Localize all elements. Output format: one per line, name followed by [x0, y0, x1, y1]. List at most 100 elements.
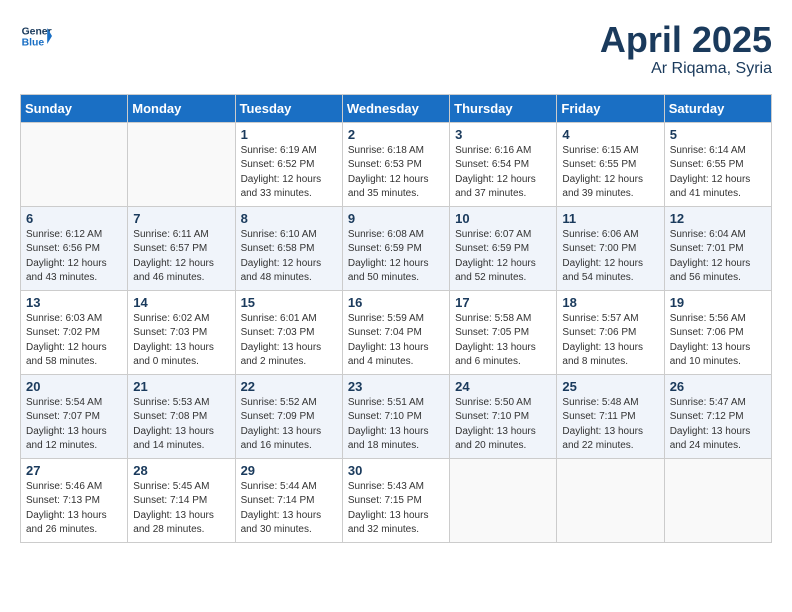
month-title: April 2025	[600, 20, 772, 60]
page-header: General Blue April 2025 Ar Riqama, Syria	[20, 20, 772, 78]
day-info: Sunrise: 6:19 AMSunset: 6:52 PMDaylight:…	[241, 144, 337, 202]
calendar-cell: 5Sunrise: 6:14 AMSunset: 6:55 PMDaylight…	[664, 122, 771, 206]
col-header-tuesday: Tuesday	[235, 94, 342, 122]
col-header-friday: Friday	[557, 94, 664, 122]
logo-icon: General Blue	[20, 20, 52, 52]
calendar-cell: 7 Sunrise: 6:11 AMSunset: 6:57 PMDaylight…	[128, 206, 235, 290]
day-info: Sunrise: 6:08 AMSunset: 6:59 PMDaylight:…	[348, 228, 444, 286]
day-info: Sunrise: 6:10 AMSunset: 6:58 PMDaylight:…	[241, 228, 337, 286]
calendar-cell: 15 Sunrise: 6:01 AMSunset: 7:03 PMDayligh…	[235, 290, 342, 374]
day-number: 25	[562, 379, 658, 394]
day-number: 1	[241, 127, 337, 142]
calendar-cell: 10Sunrise: 6:07 AMSunset: 6:59 PMDayligh…	[450, 206, 557, 290]
day-info: Sunrise: 6:18 AMSunset: 6:53 PMDaylight:…	[348, 144, 444, 202]
day-number: 26	[670, 379, 766, 394]
calendar-cell: 19Sunrise: 5:56 AMSunset: 7:06 PMDayligh…	[664, 290, 771, 374]
day-number: 30	[348, 463, 444, 478]
day-info: Sunrise: 5:45 AMSunset: 7:14 PMDaylight:…	[133, 480, 229, 538]
calendar-cell: 25 Sunrise: 5:48 AMSunset: 7:11 PMDayligh…	[557, 374, 664, 458]
day-number: 13	[26, 295, 122, 310]
calendar-cell: 13 Sunrise: 6:03 AMSunset: 7:02 PMDayligh…	[21, 290, 128, 374]
day-number: 2	[348, 127, 444, 142]
calendar-table: SundayMondayTuesdayWednesdayThursdayFrid…	[20, 94, 772, 543]
calendar-cell: 26 Sunrise: 5:47 AMSunset: 7:12 PMDayligh…	[664, 374, 771, 458]
day-info: Sunrise: 5:57 AMSunset: 7:06 PMDaylight:…	[562, 312, 658, 370]
calendar-cell: 20 Sunrise: 5:54 AMSunset: 7:07 PMDayligh…	[21, 374, 128, 458]
day-info: Sunrise: 5:59 AMSunset: 7:04 PMDaylight:…	[348, 312, 444, 370]
day-number: 7	[133, 211, 229, 226]
calendar-cell: 24Sunrise: 5:50 AMSunset: 7:10 PMDayligh…	[450, 374, 557, 458]
week-row-5: 27 Sunrise: 5:46 AMSunset: 7:13 PMDayligh…	[21, 458, 772, 542]
calendar-cell: 9 Sunrise: 6:08 AMSunset: 6:59 PMDaylight…	[342, 206, 449, 290]
day-number: 24	[455, 379, 551, 394]
calendar-cell: 14 Sunrise: 6:02 AMSunset: 7:03 PMDayligh…	[128, 290, 235, 374]
day-number: 16	[348, 295, 444, 310]
day-number: 3	[455, 127, 551, 142]
day-info: Sunrise: 6:12 AMSunset: 6:56 PMDaylight:…	[26, 228, 122, 286]
week-row-2: 6 Sunrise: 6:12 AMSunset: 6:56 PMDaylight…	[21, 206, 772, 290]
day-info: Sunrise: 6:06 AMSunset: 7:00 PMDaylight:…	[562, 228, 658, 286]
calendar-cell: 8 Sunrise: 6:10 AMSunset: 6:58 PMDaylight…	[235, 206, 342, 290]
calendar-cell	[128, 122, 235, 206]
day-info: Sunrise: 5:47 AMSunset: 7:12 PMDaylight:…	[670, 396, 766, 454]
calendar-cell	[450, 458, 557, 542]
day-info: Sunrise: 5:51 AMSunset: 7:10 PMDaylight:…	[348, 396, 444, 454]
day-info: Sunrise: 6:15 AMSunset: 6:55 PMDaylight:…	[562, 144, 658, 202]
calendar-cell: 16 Sunrise: 5:59 AMSunset: 7:04 PMDayligh…	[342, 290, 449, 374]
calendar-cell: 12Sunrise: 6:04 AMSunset: 7:01 PMDayligh…	[664, 206, 771, 290]
col-header-wednesday: Wednesday	[342, 94, 449, 122]
day-number: 15	[241, 295, 337, 310]
calendar-cell: 4 Sunrise: 6:15 AMSunset: 6:55 PMDaylight…	[557, 122, 664, 206]
day-number: 9	[348, 211, 444, 226]
day-number: 14	[133, 295, 229, 310]
calendar-cell: 22 Sunrise: 5:52 AMSunset: 7:09 PMDayligh…	[235, 374, 342, 458]
calendar-cell: 27 Sunrise: 5:46 AMSunset: 7:13 PMDayligh…	[21, 458, 128, 542]
day-info: Sunrise: 6:14 AMSunset: 6:55 PMDaylight:…	[670, 144, 766, 202]
title-block: April 2025 Ar Riqama, Syria	[600, 20, 772, 78]
calendar-cell: 23Sunrise: 5:51 AMSunset: 7:10 PMDayligh…	[342, 374, 449, 458]
day-info: Sunrise: 5:52 AMSunset: 7:09 PMDaylight:…	[241, 396, 337, 454]
day-number: 22	[241, 379, 337, 394]
calendar-cell: 2 Sunrise: 6:18 AMSunset: 6:53 PMDaylight…	[342, 122, 449, 206]
day-number: 6	[26, 211, 122, 226]
col-header-sunday: Sunday	[21, 94, 128, 122]
day-info: Sunrise: 6:02 AMSunset: 7:03 PMDaylight:…	[133, 312, 229, 370]
calendar-cell: 28 Sunrise: 5:45 AMSunset: 7:14 PMDayligh…	[128, 458, 235, 542]
day-info: Sunrise: 5:58 AMSunset: 7:05 PMDaylight:…	[455, 312, 551, 370]
day-info: Sunrise: 5:43 AMSunset: 7:15 PMDaylight:…	[348, 480, 444, 538]
day-number: 20	[26, 379, 122, 394]
day-info: Sunrise: 6:07 AMSunset: 6:59 PMDaylight:…	[455, 228, 551, 286]
day-number: 4	[562, 127, 658, 142]
col-header-thursday: Thursday	[450, 94, 557, 122]
day-info: Sunrise: 5:46 AMSunset: 7:13 PMDaylight:…	[26, 480, 122, 538]
day-info: Sunrise: 6:11 AMSunset: 6:57 PMDaylight:…	[133, 228, 229, 286]
week-row-4: 20 Sunrise: 5:54 AMSunset: 7:07 PMDayligh…	[21, 374, 772, 458]
day-number: 18	[562, 295, 658, 310]
day-info: Sunrise: 5:44 AMSunset: 7:14 PMDaylight:…	[241, 480, 337, 538]
svg-text:Blue: Blue	[22, 38, 45, 49]
day-number: 28	[133, 463, 229, 478]
day-info: Sunrise: 6:03 AMSunset: 7:02 PMDaylight:…	[26, 312, 122, 370]
day-number: 17	[455, 295, 551, 310]
day-number: 27	[26, 463, 122, 478]
calendar-cell: 6 Sunrise: 6:12 AMSunset: 6:56 PMDaylight…	[21, 206, 128, 290]
day-info: Sunrise: 6:16 AMSunset: 6:54 PMDaylight:…	[455, 144, 551, 202]
col-header-monday: Monday	[128, 94, 235, 122]
day-info: Sunrise: 5:48 AMSunset: 7:11 PMDaylight:…	[562, 396, 658, 454]
calendar-cell: 17 Sunrise: 5:58 AMSunset: 7:05 PMDayligh…	[450, 290, 557, 374]
calendar-cell	[21, 122, 128, 206]
day-info: Sunrise: 5:56 AMSunset: 7:06 PMDaylight:…	[670, 312, 766, 370]
week-row-3: 13 Sunrise: 6:03 AMSunset: 7:02 PMDayligh…	[21, 290, 772, 374]
calendar-cell: 30 Sunrise: 5:43 AMSunset: 7:15 PMDayligh…	[342, 458, 449, 542]
day-info: Sunrise: 5:54 AMSunset: 7:07 PMDaylight:…	[26, 396, 122, 454]
header-row: SundayMondayTuesdayWednesdayThursdayFrid…	[21, 94, 772, 122]
day-number: 11	[562, 211, 658, 226]
day-info: Sunrise: 6:01 AMSunset: 7:03 PMDaylight:…	[241, 312, 337, 370]
calendar-cell: 1 Sunrise: 6:19 AMSunset: 6:52 PMDaylight…	[235, 122, 342, 206]
calendar-cell: 21Sunrise: 5:53 AMSunset: 7:08 PMDayligh…	[128, 374, 235, 458]
day-info: Sunrise: 6:04 AMSunset: 7:01 PMDaylight:…	[670, 228, 766, 286]
calendar-cell: 3 Sunrise: 6:16 AMSunset: 6:54 PMDaylight…	[450, 122, 557, 206]
day-number: 8	[241, 211, 337, 226]
logo: General Blue	[20, 20, 56, 52]
calendar-cell	[557, 458, 664, 542]
